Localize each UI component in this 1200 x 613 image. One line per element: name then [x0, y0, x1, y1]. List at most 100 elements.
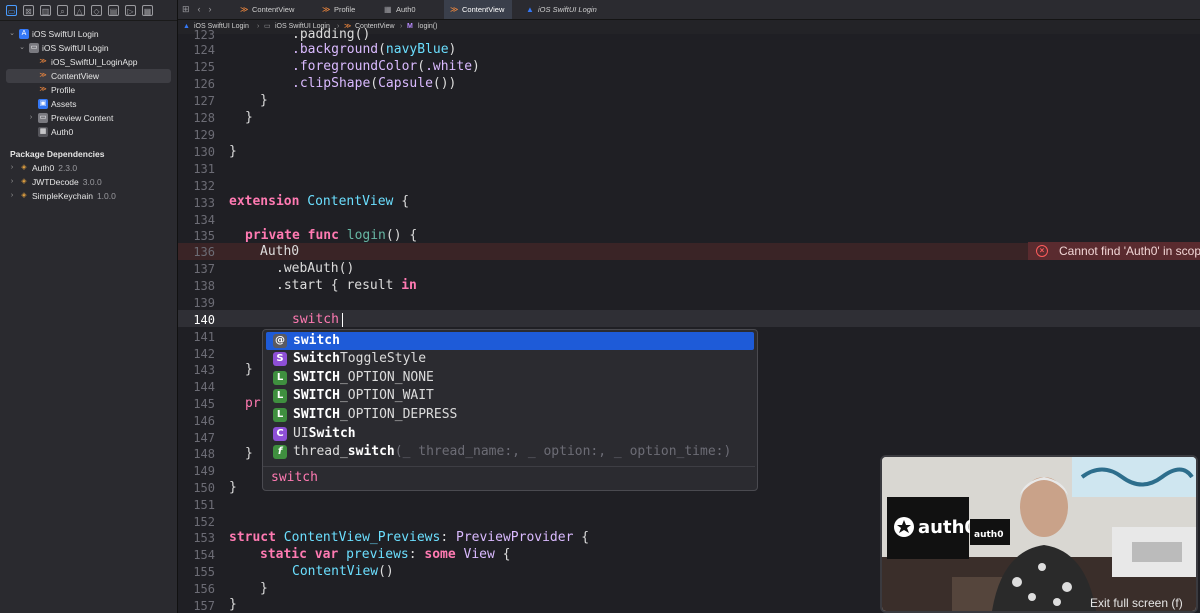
plist-icon: ▦: [384, 5, 392, 14]
chevron-right-icon[interactable]: ›: [27, 111, 35, 125]
swift-file-icon: ≫: [39, 86, 47, 93]
autocomplete-popup: @ switch S SwitchToggleStyle L SWITCH_OP…: [262, 329, 758, 491]
line-number: 155: [193, 565, 215, 579]
tree-item-file-selected[interactable]: ≫ ContentView: [6, 69, 171, 83]
tab-contentview[interactable]: ≫ ContentView: [234, 0, 304, 19]
completion-item[interactable]: @ switch: [266, 332, 754, 350]
tree-item-package[interactable]: › ◈ SimpleKeychain 1.0.0: [0, 189, 177, 203]
local-badge-icon: L: [273, 408, 287, 422]
line-number: 150: [193, 481, 215, 495]
line-number: 152: [193, 515, 215, 529]
swift-file-icon: ≫: [450, 5, 459, 14]
xcode-project-icon: ▲: [526, 5, 534, 14]
code-line: static var previews: some View {: [260, 547, 511, 562]
forward-icon[interactable]: ›: [209, 4, 212, 15]
line-number: 149: [193, 464, 215, 478]
code-line-current: switch: [292, 312, 339, 327]
line-number: 124: [193, 43, 215, 57]
xcode-project-icon: A: [19, 29, 29, 39]
folder-icon: ▭: [38, 113, 48, 123]
tree-item-file[interactable]: ▣ Assets: [0, 97, 177, 111]
line-number: 125: [193, 60, 215, 74]
text-cursor: [342, 313, 343, 327]
debug-icon[interactable]: ▤: [108, 4, 119, 16]
method-icon: M: [407, 23, 413, 30]
chevron-right-icon[interactable]: ›: [8, 189, 16, 203]
test-icon[interactable]: ◇: [91, 4, 102, 16]
line-number: 154: [193, 548, 215, 562]
tree-item-group[interactable]: ⌄ ▭ iOS SwiftUI Login: [0, 41, 177, 55]
line-number: 142: [193, 347, 215, 361]
line-number: 136: [193, 245, 215, 259]
local-badge-icon: L: [273, 371, 287, 385]
breakpoint-icon[interactable]: ▷: [125, 4, 136, 16]
plist-icon: ▦: [38, 127, 48, 137]
folder-icon: ▭: [29, 43, 39, 53]
code-line: }: [245, 362, 253, 377]
tab-bar-controls: ⊞ ‹ ›: [182, 4, 212, 15]
tab-profile[interactable]: ≫ Profile: [316, 0, 376, 19]
line-number-current: 140: [193, 313, 215, 327]
chevron-right-icon[interactable]: ›: [8, 175, 16, 189]
chevron-down-icon[interactable]: ⌄: [8, 27, 16, 41]
line-number: 151: [193, 498, 215, 512]
tab-project[interactable]: ▲ iOS SwiftUI Login: [520, 0, 620, 19]
asset-catalog-icon: ▣: [38, 99, 48, 109]
line-number: 139: [193, 296, 215, 310]
line-number: 141: [193, 330, 215, 344]
symbol-icon[interactable]: ▥: [40, 4, 51, 16]
code-line: pr: [245, 396, 261, 411]
code-line: private func login() {: [245, 228, 418, 243]
package-icon: ◈: [21, 178, 27, 185]
code-line: .clipShape(Capsule()): [292, 76, 457, 91]
line-number: 134: [193, 213, 215, 227]
line-number: 145: [193, 397, 215, 411]
code-line: .padding(): [292, 27, 371, 42]
tree-item-file[interactable]: ≫ iOS_SwiftUI_LoginApp: [0, 55, 177, 69]
local-badge-icon: L: [273, 389, 287, 403]
completion-item[interactable]: L SWITCH_OPTION_WAIT: [266, 387, 754, 405]
search-icon[interactable]: ⌕: [57, 4, 68, 16]
swift-file-icon: ≫: [39, 72, 47, 79]
error-icon: ×: [1036, 245, 1048, 257]
tab-contentview-active[interactable]: ≫ ContentView: [444, 0, 512, 19]
line-number: 128: [193, 111, 215, 125]
issue-icon[interactable]: △: [74, 4, 85, 16]
tree-item-folder[interactable]: › ▭ Preview Content: [0, 111, 177, 125]
tree-item-package[interactable]: › ◈ JWTDecode 3.0.0: [0, 175, 177, 189]
line-number: 143: [193, 363, 215, 377]
report-icon[interactable]: ▦: [142, 4, 153, 16]
code-line: }: [245, 446, 253, 461]
folder-icon[interactable]: ▭: [6, 4, 17, 16]
line-number: 137: [193, 262, 215, 276]
tree-item-package[interactable]: › ◈ Auth0 2.3.0: [0, 161, 177, 175]
package-dependencies-header: Package Dependencies: [10, 149, 105, 159]
line-number: 132: [193, 179, 215, 193]
tree-item-file[interactable]: ▦ Auth0: [0, 125, 177, 139]
completion-item[interactable]: L SWITCH_OPTION_NONE: [266, 369, 754, 387]
grid-icon[interactable]: ⊞: [182, 4, 190, 15]
line-number: 131: [193, 162, 215, 176]
line-number: 156: [193, 582, 215, 596]
code-line: }: [260, 581, 268, 596]
line-number: 126: [193, 77, 215, 91]
source-control-icon[interactable]: ⊠: [23, 4, 34, 16]
keyword-badge-icon: @: [273, 334, 287, 348]
completion-item[interactable]: L SWITCH_OPTION_DEPRESS: [266, 406, 754, 424]
class-badge-icon: C: [273, 427, 287, 441]
completion-detail: switch: [263, 466, 755, 490]
line-number: 153: [193, 531, 215, 545]
package-icon: ◈: [21, 164, 27, 171]
completion-item[interactable]: S SwitchToggleStyle: [266, 350, 754, 368]
completion-item[interactable]: f thread_switch(_ thread_name:, _ option…: [266, 443, 754, 461]
chevron-down-icon[interactable]: ⌄: [18, 41, 26, 55]
chevron-right-icon: ›: [400, 23, 403, 30]
tree-item-file[interactable]: ≫ Profile: [0, 83, 177, 97]
tree-item-project[interactable]: ⌄ A iOS SwiftUI Login: [0, 27, 177, 41]
chevron-right-icon[interactable]: ›: [8, 161, 16, 175]
tab-auth0[interactable]: ▦ Auth0: [378, 0, 433, 19]
back-icon[interactable]: ‹: [198, 4, 201, 15]
code-line: Auth0: [260, 244, 300, 259]
completion-item[interactable]: C UISwitch: [266, 425, 754, 443]
error-annotation[interactable]: × Cannot find 'Auth0' in scope: [1028, 242, 1200, 260]
